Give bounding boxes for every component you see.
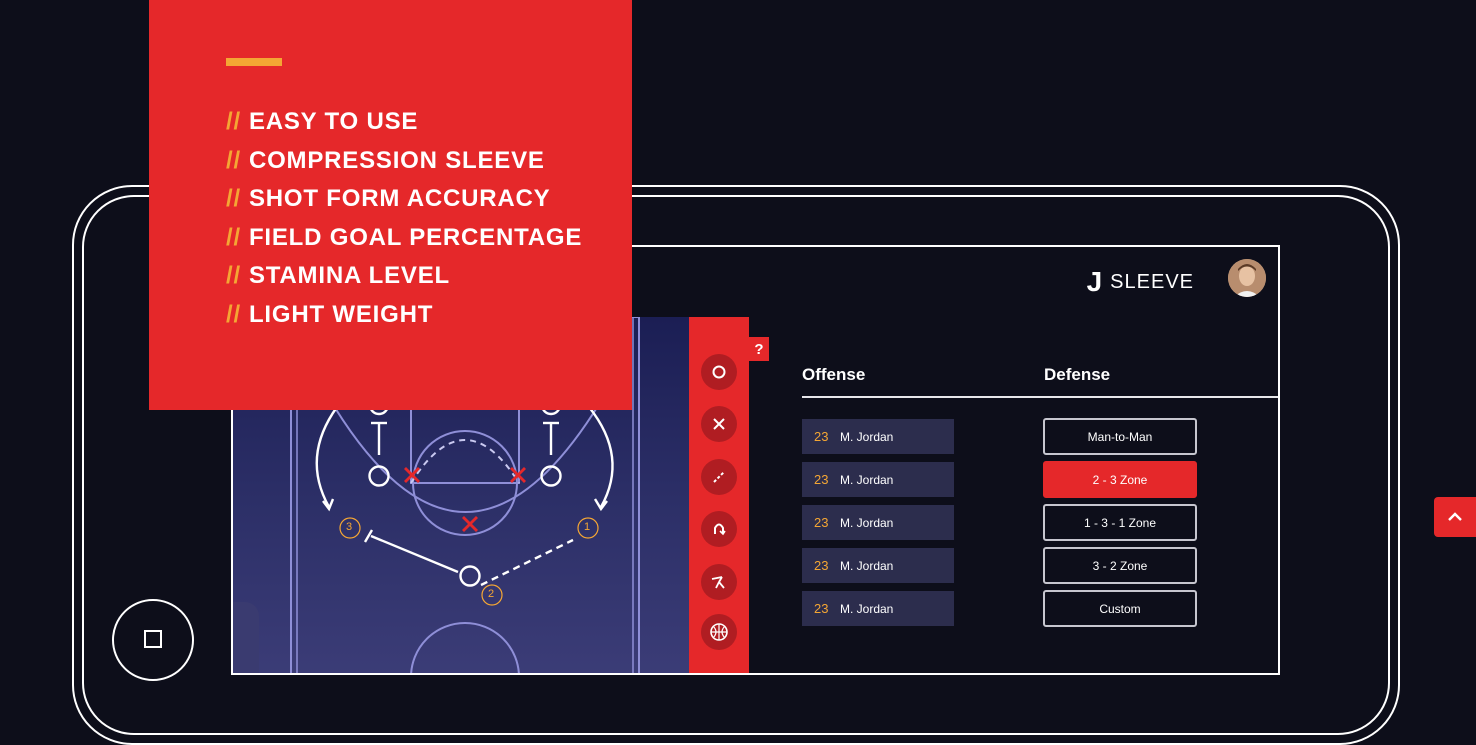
screen-icon [711, 576, 725, 589]
user-avatar-icon [1228, 259, 1266, 297]
square-icon [144, 630, 162, 648]
player-number: 23 [814, 429, 829, 444]
court-marker-2: 2 [488, 588, 495, 600]
feature-item: //EASY TO USE [226, 103, 582, 142]
help-button[interactable]: ? [749, 337, 769, 361]
feature-list: //EASY TO USE //COMPRESSION SLEEVE //SHO… [226, 103, 582, 334]
header-divider [802, 396, 1278, 398]
feature-prefix: // [226, 223, 241, 251]
court-marker-3: 3 [346, 521, 353, 533]
court-marker-1: 1 [584, 521, 591, 533]
curve-arrow-tool-button[interactable] [701, 511, 737, 547]
feature-item: //STAMINA LEVEL [226, 257, 582, 296]
defense-header: Defense [1044, 365, 1111, 384]
offense-row[interactable]: 23 M. Jordan [802, 419, 954, 454]
player-number: 23 [814, 558, 829, 573]
cross-tool-button[interactable] [701, 406, 737, 442]
brand-mark: J [1086, 266, 1103, 297]
dashed-line-icon [713, 471, 725, 483]
tablet-home-button [112, 599, 194, 681]
offense-row[interactable]: 23 M. Jordan [802, 505, 954, 540]
scroll-to-top-button[interactable] [1434, 497, 1476, 537]
feature-prefix: // [226, 108, 241, 136]
offense-header: Offense [802, 365, 866, 384]
feature-label: SHOT FORM ACCURACY [248, 185, 551, 213]
curve-arrow-icon [714, 523, 726, 536]
court-side-panel [233, 602, 259, 673]
screen-tool-button[interactable] [701, 564, 737, 600]
dashed-line-tool-button[interactable] [701, 459, 737, 495]
brand-name: SLEEVE [1110, 270, 1194, 293]
player-number: 23 [814, 601, 829, 616]
player-name: M. Jordan [840, 558, 894, 573]
ball-tool-button[interactable] [701, 614, 737, 650]
defense-option-3-2-zone[interactable]: 3 - 2 Zone [1043, 547, 1197, 584]
defense-option-2-3-zone[interactable]: 2 - 3 Zone [1043, 461, 1197, 498]
player-number: 23 [814, 515, 829, 530]
feature-label: EASY TO USE [248, 108, 419, 136]
player-number: 23 [814, 472, 829, 487]
defense-option-custom[interactable]: Custom [1043, 590, 1197, 627]
offense-row[interactable]: 23 M. Jordan [802, 548, 954, 583]
circle-tool-button[interactable] [701, 354, 737, 390]
feature-item: //LIGHT WEIGHT [226, 296, 582, 335]
player-name: M. Jordan [840, 515, 894, 530]
defense-option-man-to-man[interactable]: Man-to-Man [1043, 418, 1197, 455]
feature-label: COMPRESSION SLEEVE [248, 146, 545, 174]
feature-prefix: // [226, 185, 241, 213]
offense-row[interactable]: 23 M. Jordan [802, 591, 954, 626]
brand-logo: J SLEEVE [1087, 266, 1194, 298]
feature-item: //COMPRESSION SLEEVE [226, 142, 582, 181]
basketball-icon [710, 623, 728, 641]
feature-box: //EASY TO USE //COMPRESSION SLEEVE //SHO… [149, 0, 632, 410]
player-name: M. Jordan [840, 601, 894, 616]
defense-option-1-3-1-zone[interactable]: 1 - 3 - 1 Zone [1043, 504, 1197, 541]
player-name: M. Jordan [840, 429, 894, 444]
feature-label: LIGHT WEIGHT [248, 300, 434, 328]
feature-item: //FIELD GOAL PERCENTAGE [226, 219, 582, 258]
feature-item: //SHOT FORM ACCURACY [226, 180, 582, 219]
feature-label: STAMINA LEVEL [248, 262, 451, 290]
feature-label: FIELD GOAL PERCENTAGE [248, 223, 583, 251]
feature-prefix: // [226, 146, 241, 174]
accent-bar [226, 58, 282, 66]
offense-row[interactable]: 23 M. Jordan [802, 462, 954, 497]
chevron-up-icon [1448, 512, 1462, 521]
feature-prefix: // [226, 262, 241, 290]
drawing-toolbar [689, 317, 749, 673]
avatar[interactable] [1228, 259, 1266, 297]
player-name: M. Jordan [840, 472, 894, 487]
cross-icon [713, 418, 725, 430]
feature-prefix: // [226, 300, 241, 328]
circle-icon [712, 365, 726, 379]
